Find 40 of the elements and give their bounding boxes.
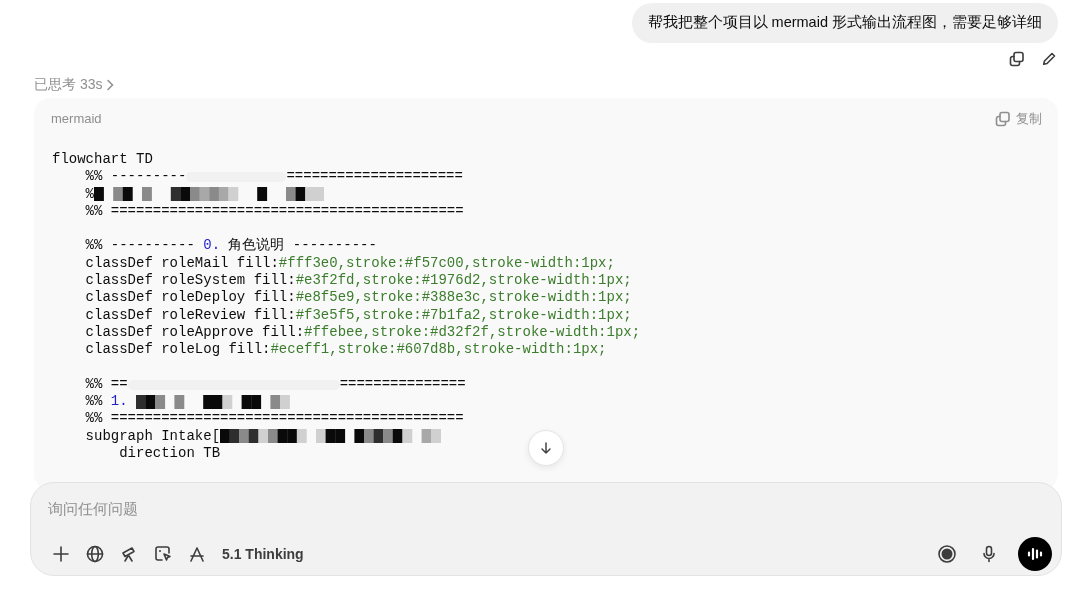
record-icon [937,544,957,564]
code-text: % [84,185,94,203]
code-line: classDef roleMail fill:#fff3e0,stroke:#f57c00,stroke-width:1px; [84,254,615,273]
message-input[interactable]: 询问任何问题 [48,498,448,521]
copy-icon [995,111,1011,127]
code-text: =============== [339,375,466,394]
tools-icon [187,544,207,564]
voice-mode-button[interactable] [1018,537,1052,571]
copy-icon [1009,51,1025,67]
code-text: %% --------- [84,168,187,186]
pencil-icon [1041,51,1057,67]
chevron-icon [106,78,115,91]
code-line: classDef roleSystem fill:#e3f2fd,stroke:#1976d2,stroke-width:1px; [84,272,632,290]
code-line: flowchart TD [52,151,153,169]
user-message: 帮我把整个项目以 mermaid 形式输出流程图，需要足够详细 [631,3,1058,43]
code-text: ===================== [286,168,463,186]
code-line: classDef roleLog fill:#eceff1,stroke:#607d8b,stroke-width:1px; [84,341,607,359]
copy-code-button[interactable]: 复制 [995,109,1042,129]
model-selector[interactable]: 5.1 Thinking [218,543,308,565]
code-text: %% [84,393,104,411]
edit-button[interactable] [1041,51,1057,67]
add-icon [51,544,71,564]
code-line: classDef roleReview fill:#f3e5f5,stroke:#7b1fa2,stroke-width:1px; [84,306,632,324]
waveform-icon [1026,545,1044,563]
code-line: %% ========================================== [84,410,464,428]
code-language: mermaid [51,110,102,129]
copy-button[interactable] [1009,51,1025,67]
globe-icon [85,544,105,564]
thinking-toggle[interactable]: 已思考 33s [34,74,115,95]
scroll-down-button[interactable] [528,430,564,466]
code-line: direction TB [118,445,221,463]
arrow-down-icon [539,441,553,455]
code-line: %% ========================================== [84,202,464,221]
code-text: subgraph Intake[ [84,427,221,446]
code-line: classDef roleDeploy fill:#e8f5e9,stroke:#388e3c,stroke-width:1px; [84,289,632,307]
code-text: 1. [110,393,128,411]
code-line: %% ---------- 0. 角色说明 ---------- [84,237,377,255]
image-edit-icon [153,544,173,564]
code-text: %% == [84,375,128,394]
code-line: classDef roleApprove fill:#ffebee,stroke:#d32f2f,stroke-width:1px; [84,323,641,342]
